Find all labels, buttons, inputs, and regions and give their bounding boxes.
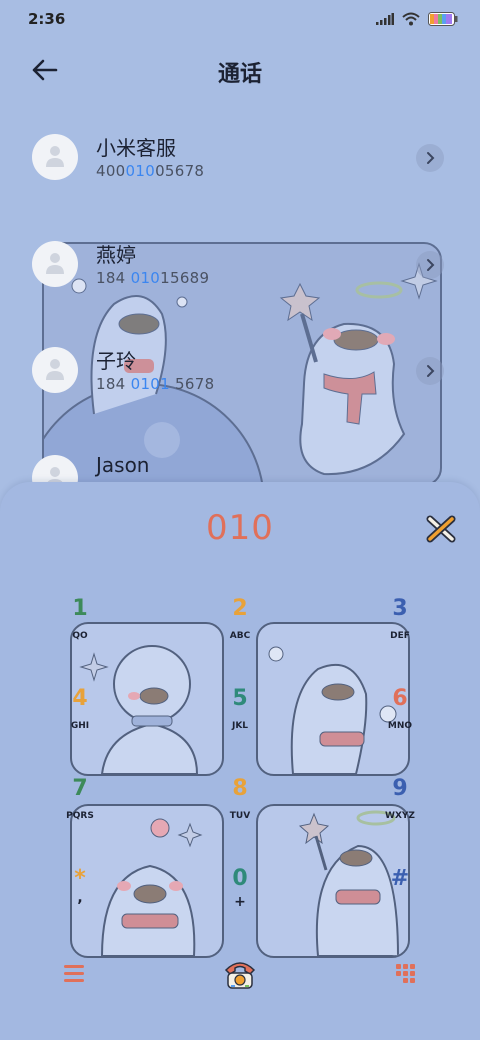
key-letters: + bbox=[234, 894, 246, 910]
key-letters: DEF bbox=[390, 631, 410, 641]
chevron-right-icon bbox=[427, 259, 435, 271]
detail-button[interactable] bbox=[416, 144, 444, 172]
contact-name: 小米客服 bbox=[96, 136, 176, 160]
menu-icon[interactable] bbox=[64, 964, 86, 984]
key-letters: JKL bbox=[231, 721, 249, 731]
page-title: 通话 bbox=[217, 62, 262, 87]
status-time: 2:36 bbox=[28, 10, 66, 28]
avatar bbox=[32, 241, 78, 287]
keypad-icon[interactable] bbox=[396, 964, 416, 984]
contact-item[interactable]: 子玲 184 0101 5678 bbox=[0, 347, 480, 427]
contact-number: 184 0101 5678 bbox=[96, 375, 215, 393]
key-digit: 0 bbox=[232, 866, 248, 891]
key-letters: , bbox=[77, 890, 83, 906]
key-letters: QO bbox=[72, 631, 88, 641]
contact-item[interactable]: 小米客服 40001005678 bbox=[0, 134, 480, 214]
key-letters: TUV bbox=[229, 811, 251, 821]
key-digit: 9 bbox=[392, 776, 408, 801]
contact-name: 子玲 bbox=[96, 349, 136, 373]
contact-number: 184 01015689 bbox=[96, 269, 210, 287]
header: 通话 bbox=[0, 44, 480, 96]
avatar bbox=[32, 347, 78, 393]
key-letters: PQRS bbox=[66, 811, 94, 821]
key-digit: 1 bbox=[72, 596, 88, 621]
key-letters: GHI bbox=[70, 721, 90, 731]
key-digit: 5 bbox=[232, 686, 248, 711]
key-digit: 2 bbox=[232, 596, 248, 621]
wifi-icon bbox=[402, 12, 420, 26]
status-bar: 2:36 bbox=[0, 0, 480, 40]
avatar bbox=[32, 134, 78, 180]
key-letters: ABC bbox=[229, 631, 251, 641]
key-digit: 3 bbox=[392, 596, 408, 621]
dialpad-panel: 010 1 QO 2 ABC 3 DEF 4 GHI 5 JKL 6 MNO 7… bbox=[0, 482, 480, 1040]
status-icons bbox=[376, 12, 458, 26]
detail-button[interactable] bbox=[416, 357, 444, 385]
key-digit: 8 bbox=[232, 776, 248, 801]
contact-item[interactable]: 燕婷 184 01015689 bbox=[0, 241, 480, 321]
chevron-right-icon bbox=[427, 152, 435, 164]
contact-name: 燕婷 bbox=[96, 243, 136, 267]
key-digit: * bbox=[74, 866, 86, 891]
person-icon bbox=[46, 359, 64, 380]
battery-icon bbox=[428, 12, 458, 26]
signal-icon bbox=[376, 13, 394, 25]
person-icon bbox=[46, 253, 64, 274]
telephone-icon[interactable] bbox=[222, 956, 258, 992]
key-digit: # bbox=[390, 866, 410, 891]
contact-number: 40001005678 bbox=[96, 162, 205, 180]
key-digit: 7 bbox=[72, 776, 88, 801]
key-digit: 4 bbox=[72, 686, 88, 711]
contact-name: Jason bbox=[96, 453, 150, 477]
dialed-number: 010 bbox=[206, 508, 274, 548]
key-letters: WXYZ bbox=[385, 811, 415, 821]
person-icon bbox=[46, 146, 64, 167]
detail-button[interactable] bbox=[416, 251, 444, 279]
key-letters: MNO bbox=[387, 721, 413, 731]
backspace-x-icon[interactable] bbox=[424, 514, 458, 544]
key-digit: 6 bbox=[392, 686, 408, 711]
chevron-right-icon bbox=[427, 365, 435, 377]
